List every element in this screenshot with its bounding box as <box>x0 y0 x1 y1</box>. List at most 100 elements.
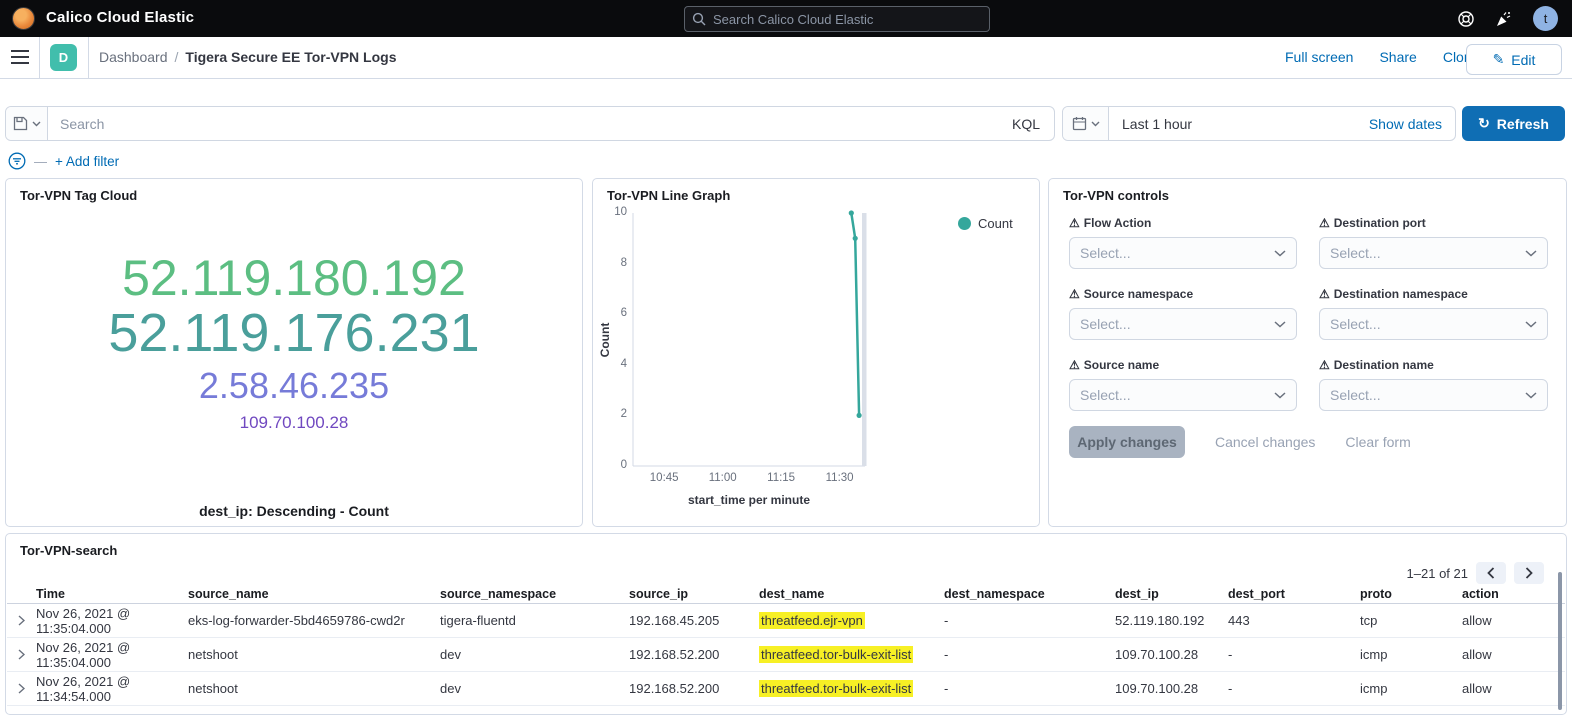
cell-source-ip: 192.168.45.205 <box>629 613 759 628</box>
table-row: Nov 26, 2021 @ 11:34:54.000 netshoot dev… <box>7 672 1565 706</box>
source-namespace-select[interactable]: Select... <box>1069 308 1297 340</box>
column-header[interactable]: Time <box>36 587 188 601</box>
news-party-icon[interactable] <box>1495 10 1513 28</box>
warning-icon: ⚠ <box>1319 287 1330 301</box>
date-quick-select-button[interactable] <box>1063 107 1109 140</box>
controls-panel: Tor-VPN controls ⚠ Flow Action Select...… <box>1048 178 1567 527</box>
source-name-select[interactable]: Select... <box>1069 379 1297 411</box>
saved-query-menu-button[interactable] <box>6 107 48 140</box>
tag-cloud: 52.119.180.192 52.119.176.231 2.58.46.23… <box>6 179 582 526</box>
apply-changes-button[interactable]: Apply changes <box>1069 426 1185 458</box>
filter-pin-divider: — <box>34 154 47 169</box>
destination-port-select[interactable]: Select... <box>1319 237 1548 269</box>
chevron-down-icon <box>1274 392 1286 399</box>
expand-row-button[interactable] <box>7 649 36 660</box>
help-icon[interactable] <box>1457 10 1475 28</box>
column-header[interactable]: dest_namespace <box>944 587 1115 601</box>
breadcrumb: Dashboard / Tigera Secure EE Tor-VPN Log… <box>99 49 396 65</box>
breadcrumb-root[interactable]: Dashboard <box>99 49 168 65</box>
kql-language-button[interactable]: KQL <box>998 116 1054 132</box>
cell-source-namespace: dev <box>440 681 629 696</box>
breadcrumb-separator: / <box>175 49 179 65</box>
tag-cloud-item[interactable]: 109.70.100.28 <box>240 414 349 431</box>
tag-cloud-item[interactable]: 2.58.46.235 <box>199 368 389 405</box>
cell-action: allow <box>1462 613 1565 628</box>
cell-dest-ip: 109.70.100.28 <box>1115 681 1228 696</box>
global-search-input[interactable] <box>713 7 983 31</box>
panel-title: Tor-VPN-search <box>20 543 117 558</box>
chevron-down-icon <box>32 121 41 127</box>
warning-icon: ⚠ <box>1319 358 1330 372</box>
share-button[interactable]: Share <box>1379 49 1416 65</box>
column-header[interactable]: dest_ip <box>1115 587 1228 601</box>
column-header[interactable]: dest_name <box>759 587 944 601</box>
column-header[interactable]: action <box>1462 587 1565 601</box>
cell-dest-namespace: - <box>944 613 1115 628</box>
tag-cloud-panel: Tor-VPN Tag Cloud 52.119.180.192 52.119.… <box>5 178 583 527</box>
cell-dest-name: threatfeed.ejr-vpn <box>759 613 944 628</box>
full-screen-button[interactable]: Full screen <box>1285 49 1353 65</box>
menu-hamburger-icon[interactable] <box>10 48 30 66</box>
filter-menu-icon[interactable] <box>8 152 26 170</box>
tag-cloud-item[interactable]: 52.119.180.192 <box>122 253 466 304</box>
legend-label: Count <box>978 216 1013 231</box>
kql-search-input[interactable] <box>48 116 998 132</box>
control-field-source-name: ⚠ Source name Select... <box>1069 358 1297 411</box>
time-range-value[interactable]: Last 1 hour <box>1109 116 1192 132</box>
warning-icon: ⚠ <box>1069 287 1080 301</box>
refresh-icon: ↻ <box>1478 115 1490 132</box>
column-header[interactable]: source_namespace <box>440 587 629 601</box>
column-header[interactable]: source_ip <box>629 587 759 601</box>
tag-cloud-item[interactable]: 52.119.176.231 <box>108 306 479 361</box>
column-header[interactable]: source_name <box>188 587 440 601</box>
chevron-down-icon <box>1525 250 1537 257</box>
table-row: Nov 26, 2021 @ 11:35:04.000 netshoot dev… <box>7 638 1565 672</box>
line-chart-plot <box>593 179 1041 528</box>
column-header[interactable]: proto <box>1360 587 1462 601</box>
cell-source-ip: 192.168.52.200 <box>629 681 759 696</box>
tag-cloud-caption: dest_ip: Descending - Count <box>6 503 582 519</box>
refresh-button[interactable]: ↻ Refresh <box>1462 106 1565 141</box>
chevron-down-icon <box>1274 321 1286 328</box>
previous-page-button[interactable] <box>1476 562 1506 584</box>
cell-dest-name: threatfeed.tor-bulk-exit-list <box>759 681 944 696</box>
cell-dest-port: 443 <box>1228 613 1360 628</box>
cell-dest-ip: 52.119.180.192 <box>1115 613 1228 628</box>
cell-dest-ip: 109.70.100.28 <box>1115 647 1228 662</box>
legend-item-count[interactable]: Count <box>958 216 1013 231</box>
cell-dest-namespace: - <box>944 647 1115 662</box>
user-avatar[interactable]: t <box>1533 6 1558 31</box>
cancel-changes-button[interactable]: Cancel changes <box>1215 434 1315 450</box>
chevron-left-icon <box>1487 567 1495 579</box>
pagination-count: 1–21 of 21 <box>1407 566 1468 581</box>
dashboard-badge[interactable]: D <box>50 44 77 71</box>
show-dates-button[interactable]: Show dates <box>1369 116 1455 132</box>
flow-action-select[interactable]: Select... <box>1069 237 1297 269</box>
add-filter-button[interactable]: + Add filter <box>55 154 119 169</box>
expand-row-button[interactable] <box>7 683 36 694</box>
expand-row-button[interactable] <box>7 615 36 626</box>
control-field-destination-name: ⚠ Destination name Select... <box>1319 358 1548 411</box>
column-header[interactable]: dest_port <box>1228 587 1360 601</box>
calico-logo-icon[interactable] <box>12 7 35 30</box>
chevron-right-icon <box>18 649 25 660</box>
breadcrumb-bar: D Dashboard / Tigera Secure EE Tor-VPN L… <box>0 37 1572 79</box>
cell-proto: icmp <box>1360 647 1462 662</box>
search-table-panel: Tor-VPN-search 1–21 of 21 Time source_na… <box>5 533 1567 715</box>
table-scrollbar[interactable] <box>1558 572 1562 710</box>
next-page-button[interactable] <box>1514 562 1544 584</box>
clear-form-button[interactable]: Clear form <box>1345 434 1410 450</box>
control-field-flow-action: ⚠ Flow Action Select... <box>1069 216 1297 269</box>
chevron-right-icon <box>18 615 25 626</box>
edit-button[interactable]: ✎ Edit <box>1466 44 1562 75</box>
table-row: Nov 26, 2021 @ 11:35:04.000 eks-log-forw… <box>7 604 1565 638</box>
control-field-destination-port: ⚠ Destination port Select... <box>1319 216 1548 269</box>
global-header: Calico Cloud Elastic t <box>0 0 1572 37</box>
divider <box>39 37 40 78</box>
cell-dest-port: - <box>1228 681 1360 696</box>
cell-time: Nov 26, 2021 @ 11:34:54.000 <box>36 674 188 704</box>
cell-source-namespace: dev <box>440 647 629 662</box>
chevron-right-icon <box>18 683 25 694</box>
destination-namespace-select[interactable]: Select... <box>1319 308 1548 340</box>
destination-name-select[interactable]: Select... <box>1319 379 1548 411</box>
